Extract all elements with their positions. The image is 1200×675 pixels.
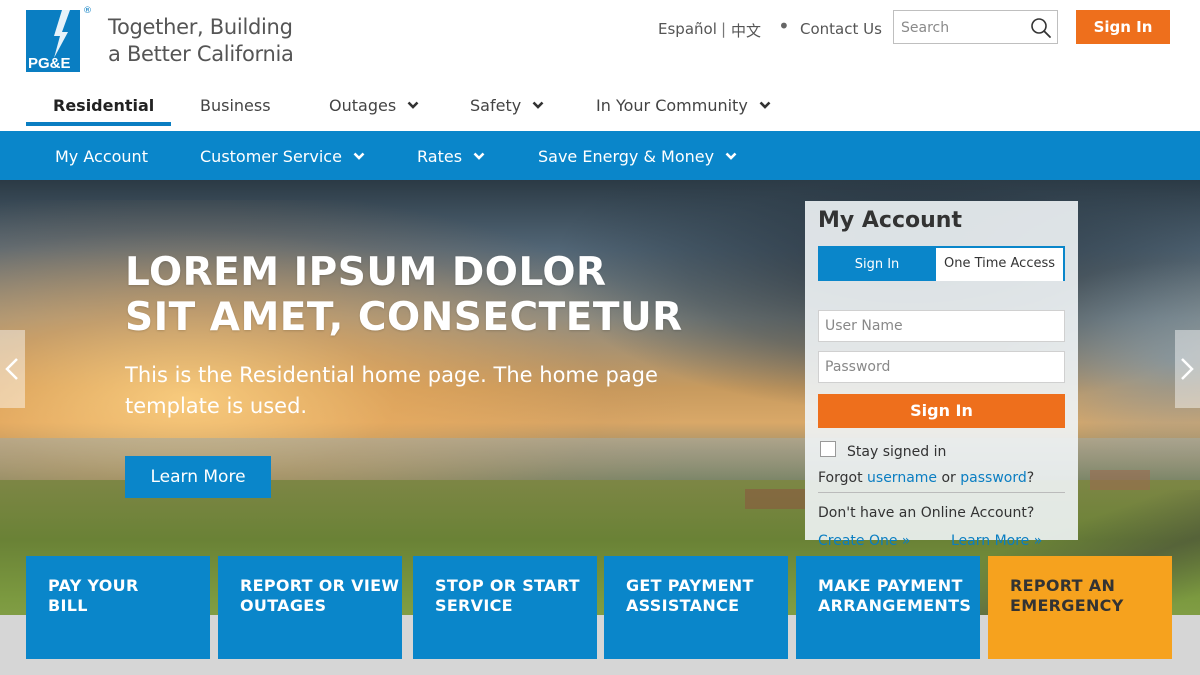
search-box [893,10,1058,44]
nav-label: In Your Community [596,96,748,115]
tile-label-line-2: SERVICE [435,596,513,615]
forgot-or: or [941,470,956,486]
subnav-customer-service[interactable]: Customer Service [200,131,365,180]
tile-label-line-1: REPORT OR VIEW [240,576,400,595]
chevron-down-icon [725,152,737,160]
chevron-right-icon [1181,358,1194,380]
tile-label: PAY YOUR BILL [48,576,139,616]
chevron-down-icon [353,152,365,160]
tile-label: REPORT AN EMERGENCY [1010,576,1124,616]
language-separator: | [721,20,727,38]
hero-title-line-2: SIT AMET, CONSECTETUR [125,295,683,340]
nav-safety[interactable]: Safety [470,88,544,126]
tile-stop-start-service[interactable]: STOP OR START SERVICE [413,556,597,659]
subnav-label: Rates [417,147,463,166]
bullet-separator: • [778,14,790,38]
site-header: PG&E ® Together, Building a Better Calif… [0,0,1200,80]
account-learn-more-link[interactable]: Learn More » [951,533,1042,549]
subnav-rates[interactable]: Rates [417,131,485,180]
chevron-down-icon [759,101,771,109]
carousel-next-button[interactable] [1175,330,1200,408]
tile-make-payment-arrangements[interactable]: MAKE PAYMENT ARRANGEMENTS [796,556,980,659]
nav-label: Safety [470,96,522,115]
tile-label-line-2: BILL [48,596,88,615]
subnav-label: My Account [55,147,148,166]
hero-subtitle: This is the Residential home page. The h… [125,360,685,422]
tile-report-emergency[interactable]: REPORT AN EMERGENCY [988,556,1172,659]
logo-text: PG&E [28,55,71,72]
language-chinese-link[interactable]: 中文 [731,20,761,41]
registered-mark: ® [83,6,92,16]
forgot-suffix: ? [1026,470,1035,486]
tile-label-line-2: ASSISTANCE [626,596,740,615]
pge-logo[interactable]: PG&E ® [26,6,92,72]
contact-us-link[interactable]: Contact Us [800,20,882,38]
hero-title: LOREM IPSUM DOLOR SIT AMET, CONSECTETUR [125,250,683,340]
my-account-panel: My Account Sign In One Time Access Sign … [805,201,1078,549]
no-account-text: Don't have an Online Account? [818,505,1035,521]
tile-pay-your-bill[interactable]: PAY YOUR BILL [26,556,210,659]
tagline: Together, Building a Better California [108,14,294,68]
forgot-prefix: Forgot [818,470,863,486]
tile-label-line-1: MAKE PAYMENT [818,576,963,595]
chevron-left-icon [5,358,18,380]
hero-title-line-1: LOREM IPSUM DOLOR [125,250,607,295]
nav-label: Business [200,96,271,115]
hero-subtitle-line-1: This is the Residential home page. The h… [125,363,658,387]
tile-label: REPORT OR VIEW OUTAGES [240,576,399,616]
nav-in-your-community[interactable]: In Your Community [596,88,771,126]
tile-label-line-1: STOP OR START [435,576,580,595]
nav-label: Residential [53,96,155,115]
tile-label-line-2: ARRANGEMENTS [818,596,972,615]
hero-background-houses [745,489,805,509]
nav-label: Outages [329,96,397,115]
hero-background-houses [1090,470,1150,490]
tile-label-line-1: GET PAYMENT [626,576,754,595]
subnav-label: Customer Service [200,147,342,166]
chevron-down-icon [473,152,485,160]
username-field[interactable] [818,310,1065,342]
stay-signed-in-checkbox[interactable] [820,441,836,457]
language-spanish-link[interactable]: Español [658,20,717,38]
tile-get-payment-assistance[interactable]: GET PAYMENT ASSISTANCE [604,556,788,659]
tile-label-line-2: EMERGENCY [1010,596,1124,615]
tile-label: MAKE PAYMENT ARRANGEMENTS [818,576,971,616]
tab-sign-in[interactable]: Sign In [818,246,936,281]
secondary-nav: My Account Customer Service Rates Save E… [0,131,1200,180]
carousel-prev-button[interactable] [0,330,25,408]
password-field[interactable] [818,351,1065,383]
subnav-label: Save Energy & Money [538,147,715,166]
account-sign-in-button[interactable]: Sign In [818,394,1065,428]
pge-logo-mark: PG&E [26,10,80,72]
tile-label-line-1: REPORT AN [1010,576,1116,595]
tile-label: STOP OR START SERVICE [435,576,580,616]
forgot-username-link[interactable]: username [867,470,937,486]
tagline-line-2: a Better California [108,42,294,66]
create-account-link[interactable]: Create One » [818,533,911,549]
tile-label-line-2: OUTAGES [240,596,327,615]
my-account-title: My Account [818,208,962,233]
chevron-down-icon [407,101,419,109]
hero-learn-more-button[interactable]: Learn More [125,456,271,498]
tile-report-view-outages[interactable]: REPORT OR VIEW OUTAGES [218,556,402,659]
subnav-my-account[interactable]: My Account [55,131,148,180]
search-icon[interactable] [1030,17,1052,39]
divider [818,492,1065,493]
header-sign-in-button[interactable]: Sign In [1076,10,1170,44]
stay-signed-in-label: Stay signed in [847,444,947,460]
nav-outages[interactable]: Outages [329,88,419,126]
nav-business[interactable]: Business [200,88,271,126]
hero-subtitle-line-2: template is used. [125,394,308,418]
tile-label: GET PAYMENT ASSISTANCE [626,576,754,616]
search-input[interactable] [901,18,1026,38]
chevron-down-icon [532,101,544,109]
tile-label-line-1: PAY YOUR [48,576,139,595]
nav-residential[interactable]: Residential [26,88,171,126]
forgot-password-link[interactable]: password [960,470,1026,486]
tab-one-time-access[interactable]: One Time Access [936,246,1065,281]
primary-nav: Residential Business Outages Safety In Y… [0,88,1200,130]
subnav-save-energy[interactable]: Save Energy & Money [538,131,737,180]
forgot-credentials: Forgot username or password? [818,470,1034,486]
tagline-line-1: Together, Building [108,15,293,39]
